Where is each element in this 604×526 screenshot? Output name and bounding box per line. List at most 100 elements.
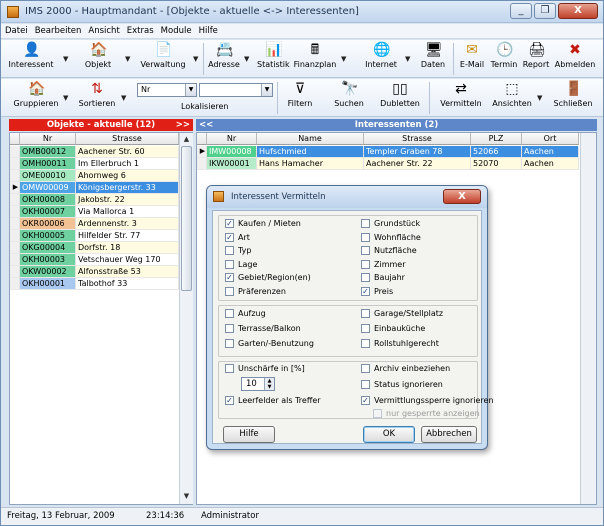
menu-hilfe[interactable]: Hilfe [195, 24, 221, 36]
table-row[interactable]: OKH00008 Jakobstr. 22 [10, 194, 179, 206]
menu-ansicht[interactable]: Ansicht [84, 24, 122, 36]
finanzplan-dropdown-arrow-icon[interactable]: ▼ [341, 55, 346, 63]
nur-gesperrte-box[interactable] [373, 409, 382, 418]
objects-scrollbar[interactable]: ▲ ▼ [179, 133, 193, 504]
scroll-thumb[interactable] [181, 146, 192, 291]
sperre-box[interactable]: ✓ [361, 396, 370, 405]
objekt-dropdown-arrow-icon[interactable]: ▼ [125, 55, 130, 63]
verwaltung-dropdown-arrow-icon[interactable]: ▼ [193, 55, 198, 63]
scroll-up-icon[interactable]: ▲ [181, 134, 192, 145]
menu-bearbeiten[interactable]: Bearbeiten [31, 24, 85, 36]
aufzug-box[interactable] [225, 309, 234, 318]
lokalisieren-input[interactable]: ▼ [199, 83, 273, 97]
art-box[interactable]: ✓ [225, 232, 234, 242]
baujahr-box[interactable] [361, 273, 370, 282]
filtern-button[interactable]: ⊽ Filtern [285, 81, 315, 115]
interessenten-scrollbar[interactable] [580, 133, 596, 504]
interessent-dropdown-arrow-icon[interactable]: ▼ [63, 55, 68, 63]
restore-button[interactable]: ❐ [534, 3, 556, 19]
report-button[interactable]: 🖨 Report [521, 42, 551, 76]
chevron-down-icon[interactable]: ▼ [261, 84, 272, 96]
preis-box[interactable]: ✓ [361, 286, 370, 296]
column-header-nr[interactable]: Nr [207, 133, 257, 145]
column-header-strasse[interactable]: Strasse [364, 133, 471, 145]
garten-benutzung-box[interactable] [225, 339, 234, 348]
table-row[interactable]: OME00010 Ahornweg 6 [10, 170, 179, 182]
gebiet-region-en-box[interactable]: ✓ [225, 273, 234, 282]
vermitteln-button[interactable]: ⇄ Vermitteln [439, 81, 483, 115]
statistik-button[interactable]: 📊 Statistik [257, 42, 290, 76]
collapse-arrow-icon[interactable]: << [199, 119, 213, 131]
hilfe-button[interactable]: Hilfe [223, 426, 275, 443]
minimize-button[interactable]: _ [510, 3, 532, 19]
table-row[interactable]: OMB00012 Aachener Str. 60 [10, 146, 179, 158]
objekt-button[interactable]: 🏠 Objekt [77, 42, 119, 76]
table-row[interactable]: OKW00002 Alfonsstraße 53 [10, 266, 179, 278]
ansichten-button[interactable]: ⬚ Ansichten [491, 81, 533, 115]
table-row[interactable]: OKH00003 Vetschauer Weg 170 [10, 254, 179, 266]
lage-box[interactable] [225, 259, 234, 269]
schliessen-button[interactable]: 🚪 Schließen [551, 81, 595, 115]
garage-stellplatz-box[interactable] [361, 309, 370, 318]
typ-box[interactable] [225, 246, 234, 255]
abbrechen-button[interactable]: Abbrechen [421, 426, 477, 443]
table-row[interactable]: OKH00001 Talbothof 33 [10, 278, 179, 290]
ansichten-dropdown-arrow-icon[interactable]: ▼ [537, 94, 542, 102]
column-header-plz[interactable]: PLZ [471, 133, 522, 145]
sortieren-dropdown-arrow-icon[interactable]: ▼ [121, 94, 126, 102]
menu-module[interactable]: Module [157, 24, 195, 36]
table-row[interactable]: IKW00001 Hans Hamacher Aachener Str. 22 520… [197, 158, 580, 170]
dubletten-button[interactable]: ▯▯ Dubletten [379, 81, 421, 115]
terrasse-balkon-box[interactable] [225, 324, 234, 333]
grundstück-box[interactable] [361, 219, 370, 228]
unschaerfe-spinner[interactable]: 10 ▲ ▼ [241, 377, 275, 391]
sortieren-button[interactable]: ⇅ Sortieren [77, 81, 117, 115]
verwaltung-button[interactable]: 📄 Verwaltung [139, 42, 187, 76]
rollstuhlgerecht-box[interactable] [361, 339, 370, 348]
gruppieren-button[interactable]: 🏠 Gruppieren [11, 81, 61, 115]
kaufen-mieten-box[interactable]: ✓ [225, 219, 234, 228]
nutzfläche-box[interactable] [361, 246, 370, 255]
leerfelder-box[interactable]: ✓ [225, 396, 234, 405]
column-header-name[interactable]: Name [257, 133, 364, 145]
status-ignorieren-box[interactable] [361, 380, 370, 389]
expand-arrow-icon[interactable]: >> [176, 119, 190, 131]
table-row[interactable]: OKR00006 Ardennenstr. 3 [10, 218, 179, 230]
internet-dropdown-arrow-icon[interactable]: ▼ [405, 55, 410, 63]
spin-down-icon[interactable]: ▼ [264, 384, 274, 390]
unschaerfe-box[interactable] [225, 364, 234, 373]
abmelden-button[interactable]: ✖ Abmelden [553, 42, 597, 76]
einbauküche-box[interactable] [361, 324, 370, 333]
close-button[interactable]: X [558, 3, 598, 19]
scroll-down-icon[interactable]: ▼ [181, 491, 192, 502]
table-row[interactable]: ▶ OMW00009 Königsbergerstr. 33 [10, 182, 179, 194]
adresse-button[interactable]: 📇 Adresse [207, 42, 241, 76]
archiv-box[interactable] [361, 364, 370, 373]
finanzplan-button[interactable]: 🖩 Finanzplan [293, 42, 337, 76]
präferenzen-box[interactable] [225, 286, 234, 296]
ok-button[interactable]: OK [363, 426, 415, 443]
menu-datei[interactable]: Datei [1, 24, 31, 36]
column-header-strasse[interactable]: Strasse [76, 133, 179, 145]
chevron-down-icon[interactable]: ▼ [185, 84, 196, 96]
zimmer-box[interactable] [361, 259, 370, 269]
table-row[interactable]: OMH00011 Im Ellerbruch 1 [10, 158, 179, 170]
wohnfläche-box[interactable] [361, 232, 370, 242]
dialog-close-button[interactable]: X [443, 189, 481, 204]
daten-button[interactable]: 🖥 Daten [419, 42, 447, 76]
column-header-nr[interactable]: Nr [20, 133, 76, 145]
table-row[interactable]: ▶ IMW00008 Hufschmied Templer Graben 78 5206… [197, 146, 580, 158]
suchen-button[interactable]: 🔭 Suchen [333, 81, 365, 115]
email-button[interactable]: ✉ E-Mail [457, 42, 487, 76]
table-row[interactable]: OKG00004 Dorfstr. 18 [10, 242, 179, 254]
menu-extras[interactable]: Extras [123, 24, 157, 36]
table-row[interactable]: OKH00007 Via Mallorca 1 [10, 206, 179, 218]
termin-button[interactable]: 🕒 Termin [489, 42, 519, 76]
table-row[interactable]: OKH00005 Hilfelder Str. 77 [10, 230, 179, 242]
internet-button[interactable]: 🌐 Internet [361, 42, 401, 76]
adresse-dropdown-arrow-icon[interactable]: ▼ [244, 55, 249, 63]
sort-field-select[interactable]: Nr ▼ [137, 83, 197, 97]
interessent-button[interactable]: 👤 Interessent [5, 42, 57, 76]
gruppieren-dropdown-arrow-icon[interactable]: ▼ [63, 94, 68, 102]
column-header-ort[interactable]: Ort [522, 133, 579, 145]
